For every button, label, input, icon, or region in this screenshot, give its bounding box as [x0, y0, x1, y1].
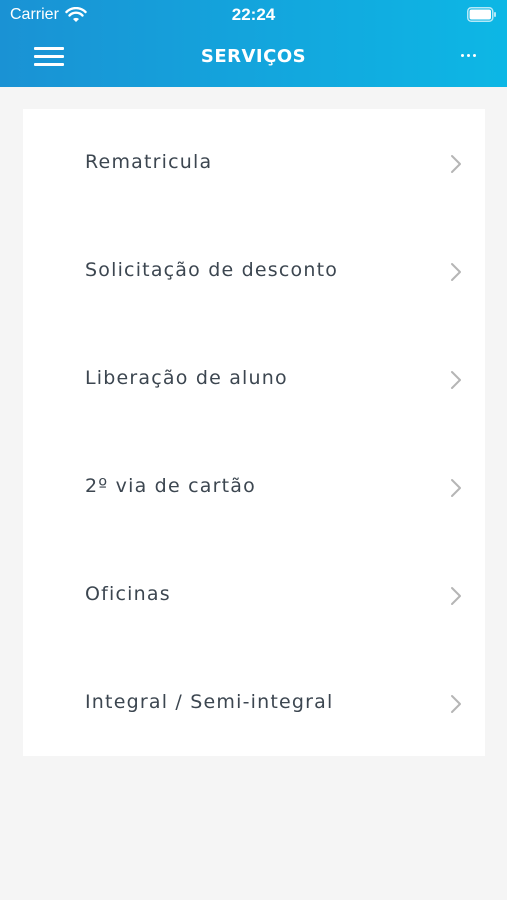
service-item-liberacao-aluno[interactable]: Liberação de aluno — [23, 325, 485, 433]
service-item-label: Solicitação de desconto — [85, 259, 339, 281]
service-item-label: Rematricula — [85, 151, 213, 173]
chevron-right-icon — [451, 587, 461, 605]
service-item-label: Liberação de aluno — [85, 367, 288, 389]
chevron-right-icon — [451, 371, 461, 389]
service-item-label: 2º via de cartão — [85, 475, 256, 497]
page-title: SERVIÇOS — [200, 46, 307, 67]
service-item-oficinas[interactable]: Oficinas — [23, 541, 485, 649]
services-list: Rematricula Solicitação de desconto Libe… — [23, 109, 485, 756]
app-header: Carrier 22:24 SERVIÇOS — [0, 0, 507, 87]
battery-icon — [467, 7, 496, 22]
service-item-solicitacao-desconto[interactable]: Solicitação de desconto — [23, 217, 485, 325]
service-item-integral[interactable]: Integral / Semi-integral — [23, 649, 485, 757]
status-time: 22:24 — [231, 5, 276, 24]
service-item-label: Integral / Semi-integral — [85, 691, 334, 713]
chevron-right-icon — [451, 479, 461, 497]
chevron-right-icon — [451, 695, 461, 713]
service-item-segunda-via-cartao[interactable]: 2º via de cartão — [23, 433, 485, 541]
navigation-bar: SERVIÇOS — [0, 30, 507, 87]
service-item-label: Oficinas — [85, 583, 171, 605]
chevron-right-icon — [451, 263, 461, 281]
more-horizontal-icon[interactable] — [455, 42, 481, 68]
service-item-rematricula[interactable]: Rematricula — [23, 109, 485, 217]
chevron-right-icon — [451, 155, 461, 173]
status-bar: Carrier 22:24 — [0, 0, 507, 30]
